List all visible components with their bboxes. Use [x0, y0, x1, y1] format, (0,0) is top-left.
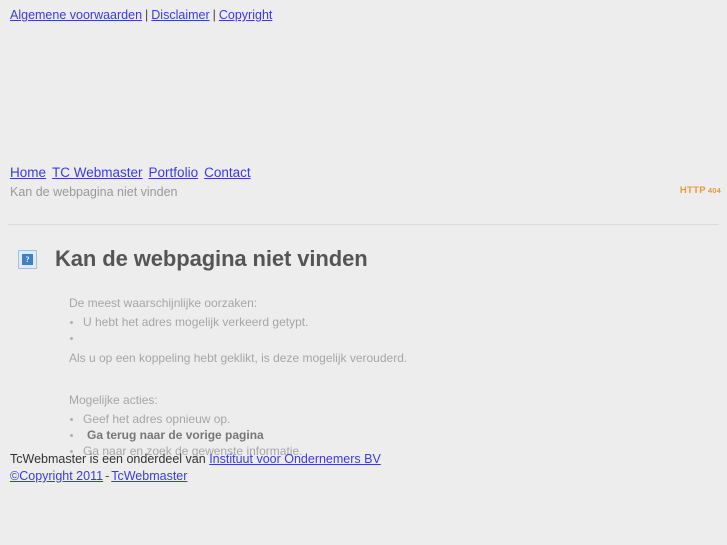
causes-list: U hebt het adres mogelijk verkeerd getyp… — [69, 314, 669, 346]
top-link-copyright[interactable]: Copyright — [219, 8, 273, 22]
top-bar-separator-1: | — [145, 8, 149, 22]
error-content: De meest waarschijnlijke oorzaken: U heb… — [69, 295, 669, 459]
question-mark-icon: ? — [22, 253, 33, 265]
site-footer: TcWebmaster is een onderdeel van Institu… — [10, 451, 381, 485]
causes-lead: De meest waarschijnlijke oorzaken: — [69, 296, 258, 310]
list-item: Geef het adres opnieuw op. — [69, 411, 669, 427]
top-link-terms[interactable]: Algemene voorwaarden — [10, 8, 142, 22]
footer-link-site[interactable]: TcWebmaster — [111, 469, 187, 483]
page-title: Kan de webpagina niet vinden — [55, 246, 368, 271]
footer-owner-text: TcWebmaster is een onderdeel van — [10, 452, 206, 466]
go-back-action[interactable]: Ga terug naar de vorige pagina — [69, 427, 669, 443]
footer-link-copyright[interactable]: ©Copyright 2011 — [10, 469, 103, 483]
top-legal-bar: Algemene voorwaarden | Disclaimer | Copyrigh… — [10, 7, 272, 23]
breadcrumb: Kan de webpagina niet vinden — [10, 185, 178, 199]
broken-image-icon: ? — [18, 249, 37, 269]
actions-lead: Mogelijke acties: — [69, 393, 158, 407]
primary-navigation: Home TC Webmaster Portfolio Contact — [10, 164, 251, 181]
list-item — [69, 330, 669, 346]
status-label: HTTP — [679, 185, 706, 196]
error-heading-block: ? Kan de webpagina niet vinden — [18, 246, 368, 272]
causes-note: Als u op een koppeling hebt geklikt, is … — [69, 351, 408, 365]
footer-link-parent-company[interactable]: Instituut voor Ondernemers BV — [209, 452, 381, 466]
status-badge: HTTP 404 — [680, 183, 721, 197]
nav-item-tc-webmaster[interactable]: TC Webmaster — [52, 165, 143, 180]
footer-line-copyright: ©Copyright 2011- TcWebmaster — [10, 468, 381, 485]
top-link-disclaimer[interactable]: Disclaimer — [151, 8, 209, 22]
status-number: 404 — [707, 186, 721, 195]
top-bar-separator-2: | — [212, 8, 216, 22]
nav-item-home[interactable]: Home — [10, 165, 46, 180]
footer-line-parent: TcWebmaster is een onderdeel van Institu… — [10, 451, 381, 468]
list-item: U hebt het adres mogelijk verkeerd getyp… — [69, 314, 669, 330]
nav-item-contact[interactable]: Contact — [204, 165, 251, 180]
header-divider — [8, 224, 719, 225]
footer-dash: - — [105, 469, 110, 483]
nav-item-portfolio[interactable]: Portfolio — [149, 165, 199, 180]
